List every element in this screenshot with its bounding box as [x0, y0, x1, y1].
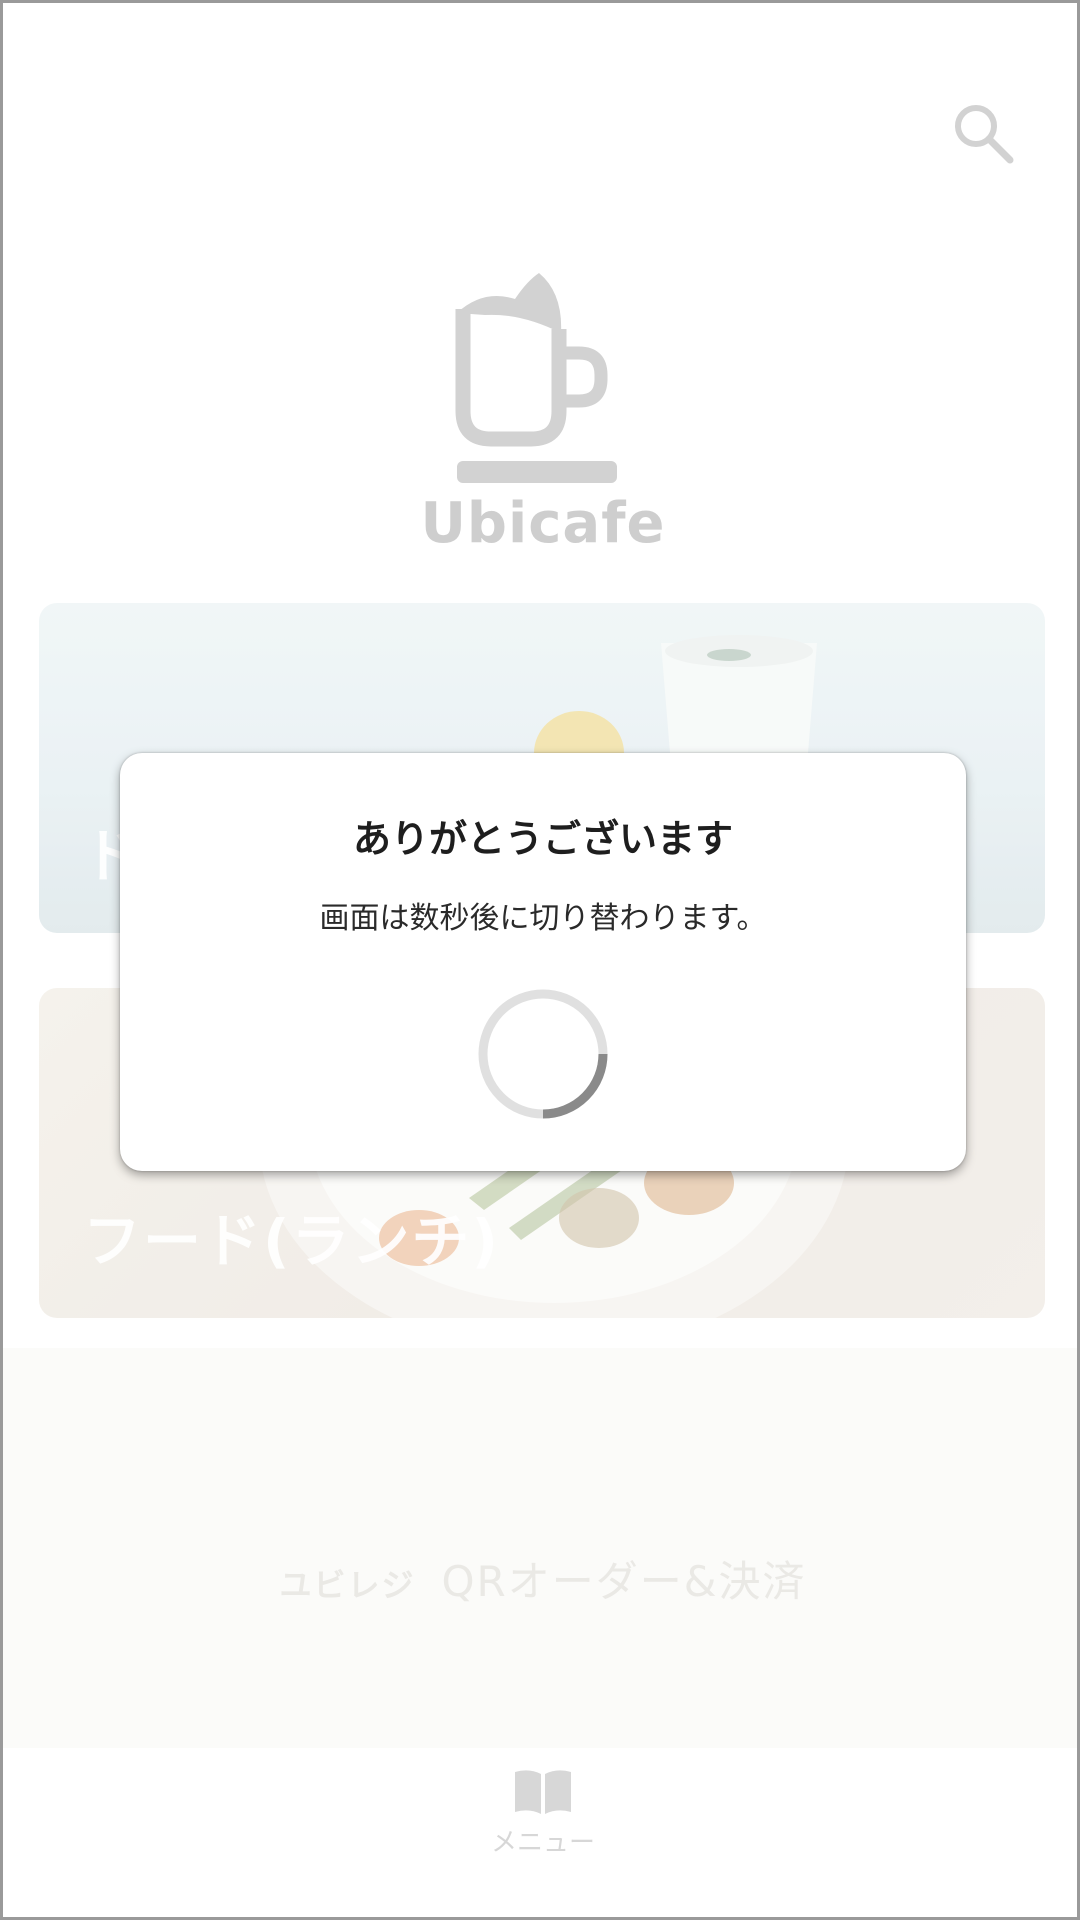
dialog-message: 画面は数秒後に切り替わります。 [319, 901, 767, 936]
app-screen: Ubicafe ド フード(ランチ) ユビレジ QRオーダー&決済 メニュー あ… [0, 0, 1080, 1920]
dialog-title: ありがとうございます [352, 817, 733, 861]
loading-spinner-icon [478, 989, 608, 1119]
thank-you-dialog: ありがとうございます 画面は数秒後に切り替わります。 [120, 753, 966, 1171]
